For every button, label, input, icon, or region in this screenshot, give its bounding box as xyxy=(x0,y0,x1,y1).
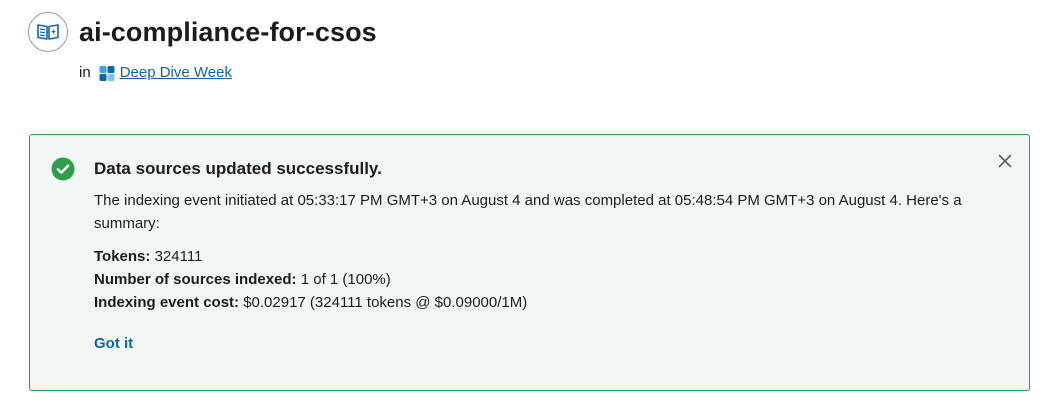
summary-value: $0.02917 (324111 tokens @ $0.09000/1M) xyxy=(239,294,528,311)
breadcrumb-in-label: in xyxy=(79,64,91,81)
summary-label: Number of sources indexed: xyxy=(94,271,297,288)
alert-body: Data sources updated successfully. The i… xyxy=(94,157,989,353)
page-title: ai-compliance-for-csos xyxy=(79,16,377,47)
success-alert: Data sources updated successfully. The i… xyxy=(29,134,1030,391)
project-squares-icon xyxy=(99,65,115,81)
check-circle-icon xyxy=(51,157,75,181)
summary-row-tokens: Tokens: 324111 xyxy=(94,245,989,268)
close-button[interactable] xyxy=(995,151,1015,171)
summary-label: Indexing event cost: xyxy=(94,294,240,311)
alert-description: The indexing event initiated at 05:33:17… xyxy=(94,192,962,232)
page: ai-compliance-for-csos in Deep Dive Week xyxy=(0,0,1054,417)
summary-row-sources: Number of sources indexed: 1 of 1 (100%) xyxy=(94,268,989,291)
project-link[interactable]: Deep Dive Week xyxy=(120,64,232,81)
page-header: ai-compliance-for-csos xyxy=(28,12,377,52)
close-icon xyxy=(998,154,1012,168)
summary-value: 324111 xyxy=(150,248,203,265)
summary-label: Tokens: xyxy=(94,248,151,265)
indexing-summary: Tokens: 324111 Number of sources indexed… xyxy=(94,245,989,314)
summary-value: 1 of 1 (100%) xyxy=(296,271,391,288)
alert-title: Data sources updated successfully. xyxy=(94,159,382,178)
breadcrumb: in Deep Dive Week xyxy=(79,64,232,81)
got-it-button[interactable]: Got it xyxy=(94,335,133,352)
knowledge-base-book-icon xyxy=(28,12,68,52)
summary-row-cost: Indexing event cost: $0.02917 (324111 to… xyxy=(94,291,989,314)
